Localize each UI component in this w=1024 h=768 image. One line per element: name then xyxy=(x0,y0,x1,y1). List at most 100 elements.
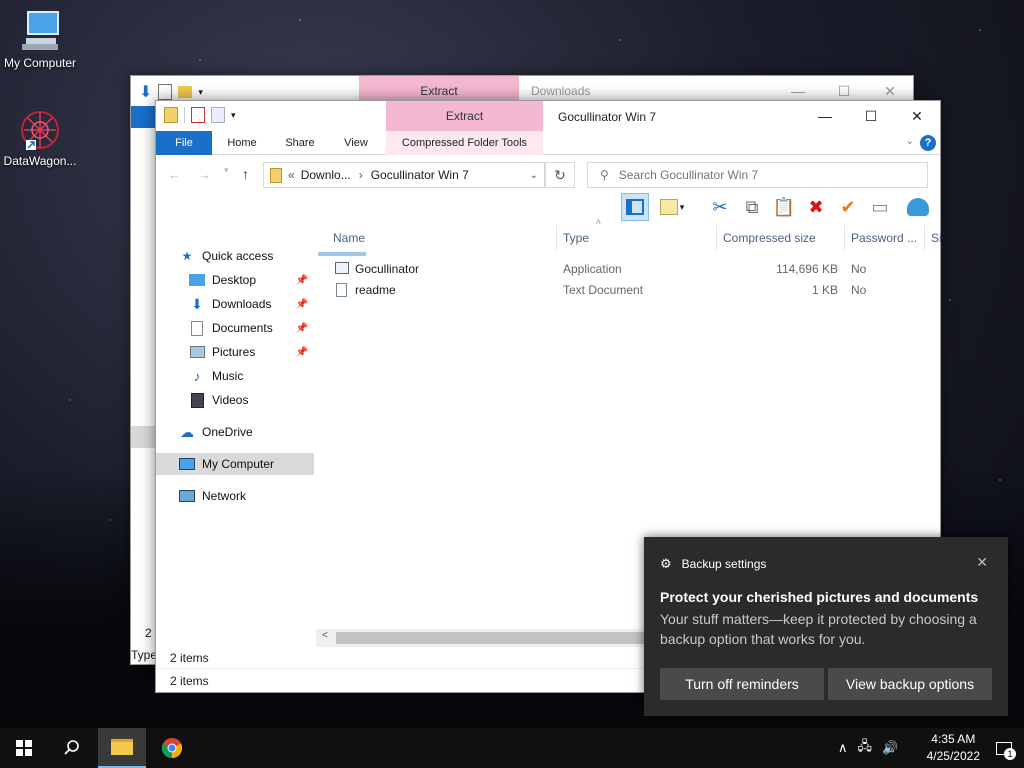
extract-context-tab[interactable]: Extract xyxy=(386,101,543,131)
pin-icon[interactable]: 📌 xyxy=(296,299,308,310)
minimize-icon[interactable]: — xyxy=(802,101,848,131)
pictures-icon xyxy=(188,344,206,360)
view-backup-options-button[interactable]: View backup options xyxy=(828,668,992,700)
cut-button[interactable]: ✂ xyxy=(706,193,734,221)
chevron-down-icon[interactable]: ▾ xyxy=(198,87,203,98)
delete-button[interactable]: ✖ xyxy=(802,193,830,221)
nav-pictures[interactable]: Pictures 📌 xyxy=(156,341,314,363)
network-status-icon[interactable]: 🖧 xyxy=(858,737,873,759)
datawagon-logo-icon xyxy=(16,108,64,152)
download-arrow-icon[interactable]: ⬇ xyxy=(139,82,152,102)
status-bottom-partial: Type xyxy=(131,648,158,662)
show-hidden-icons-chevron-icon[interactable]: ∧ xyxy=(838,740,848,756)
desktop-icon-my-computer[interactable]: My Computer xyxy=(0,10,80,70)
breadcrumb-downloads[interactable]: Downlo... xyxy=(301,168,351,182)
properties-icon[interactable] xyxy=(158,84,173,100)
properties-icon[interactable] xyxy=(191,107,205,123)
nav-downloads[interactable]: ⬇ Downloads 📌 xyxy=(156,293,314,315)
breadcrumb-current[interactable]: Gocullinator Win 7 xyxy=(371,168,469,182)
tab-compressed-folder-tools[interactable]: Compressed Folder Tools xyxy=(386,131,543,155)
maximize-icon[interactable]: ☐ xyxy=(848,101,894,131)
extraction-toolbar: ▾ ✂ ⧉ 📋 ✖ ✔ ▭ xyxy=(156,191,940,225)
back-arrow-icon[interactable]: ← xyxy=(168,167,181,182)
address-row: ← → ▾ ↑ « Downlo... › Gocullinator Win 7… xyxy=(156,155,940,191)
recent-locations-icon[interactable]: ▾ xyxy=(224,165,229,176)
column-header-password[interactable]: Password ... xyxy=(845,225,925,251)
nav-music[interactable]: ♪ Music xyxy=(156,365,314,387)
desktop-icon xyxy=(188,272,206,288)
new-folder-icon[interactable] xyxy=(211,107,225,123)
forward-arrow-icon[interactable]: → xyxy=(198,167,211,182)
column-header-name[interactable]: Name xyxy=(327,225,557,251)
scissors-icon: ✂ xyxy=(712,196,728,217)
layout-pane-button[interactable] xyxy=(621,193,649,221)
file-name: readme xyxy=(355,283,396,297)
address-dropdown-icon[interactable]: ⌄ xyxy=(530,170,538,181)
zip-folder-icon[interactable] xyxy=(164,107,178,123)
overflow-chevron[interactable]: « xyxy=(288,168,295,182)
refresh-button[interactable]: ↻ xyxy=(545,162,575,188)
tab-share[interactable]: Share xyxy=(278,131,322,155)
action-center-button[interactable]: 1 xyxy=(984,728,1024,768)
nav-desktop[interactable]: Desktop 📌 xyxy=(156,269,314,291)
start-button[interactable] xyxy=(0,728,48,768)
table-row[interactable]: Gocullinator Application 114,696 KB No xyxy=(316,259,940,280)
nav-videos[interactable]: Videos xyxy=(156,389,314,411)
copy-button[interactable]: ⧉ xyxy=(738,193,766,221)
taskbar-chrome[interactable] xyxy=(148,728,196,768)
chrome-icon xyxy=(161,738,183,759)
expand-ribbon-icon[interactable]: ⌄ xyxy=(906,136,914,147)
computer-icon xyxy=(178,456,196,472)
desktop-icon-datawagon[interactable]: DataWagon... xyxy=(0,108,80,168)
quick-access-toolbar: ⬇ ▾ xyxy=(139,82,203,102)
scroll-left-icon[interactable]: < xyxy=(322,630,328,641)
backup-toast[interactable]: ⚙ Backup settings ✕ Protect your cherish… xyxy=(644,537,1008,716)
column-resize-handle[interactable] xyxy=(318,252,366,256)
column-header-compressed-size[interactable]: Compressed size xyxy=(717,225,845,251)
volume-icon[interactable]: 🔊 xyxy=(882,740,898,756)
file-tab-partial[interactable] xyxy=(131,106,157,128)
shell-button[interactable] xyxy=(904,193,932,221)
search-input[interactable] xyxy=(618,168,909,182)
gear-icon: ⚙ xyxy=(660,556,672,571)
column-header-size[interactable]: Si xyxy=(925,225,945,251)
navigation-pane: ★ Quick access Desktop 📌 ⬇ Downloads 📌 D… xyxy=(156,225,316,668)
chevron-down-icon[interactable]: ▾ xyxy=(231,110,236,121)
tab-view[interactable]: View xyxy=(336,131,376,155)
file-password: No xyxy=(851,262,867,276)
nav-onedrive[interactable]: ☁ OneDrive xyxy=(156,421,314,443)
pin-icon[interactable]: 📌 xyxy=(296,347,308,358)
tab-file[interactable]: File xyxy=(156,131,212,155)
toast-title: Protect your cherished pictures and docu… xyxy=(660,589,979,605)
close-icon[interactable]: ✕ xyxy=(976,554,988,571)
nav-documents[interactable]: Documents 📌 xyxy=(156,317,314,339)
taskbar-file-explorer[interactable] xyxy=(98,728,146,768)
column-header-type[interactable]: Type xyxy=(557,225,717,251)
paste-button[interactable]: 📋 xyxy=(770,193,798,221)
table-row[interactable]: readme Text Document 1 KB No xyxy=(316,280,940,301)
close-icon[interactable]: ✕ xyxy=(894,101,940,131)
view-menu-button[interactable]: ▾ xyxy=(658,193,686,221)
network-icon xyxy=(178,488,196,504)
system-tray: ∧ 🖧 🔊 xyxy=(838,728,898,768)
help-icon[interactable]: ? xyxy=(920,135,936,151)
nav-quick-access[interactable]: ★ Quick access xyxy=(156,245,314,267)
nav-network[interactable]: Network xyxy=(156,485,314,507)
turn-off-reminders-button[interactable]: Turn off reminders xyxy=(660,668,824,700)
search-icon xyxy=(64,740,79,755)
tab-home[interactable]: Home xyxy=(220,131,264,155)
search-button[interactable] xyxy=(48,728,96,768)
up-arrow-icon[interactable]: ↑ xyxy=(242,166,249,182)
check-button[interactable]: ✔ xyxy=(834,193,862,221)
clock[interactable]: 4:35 AM 4/25/2022 xyxy=(927,731,980,765)
gocullinator-titlebar[interactable]: ▾ Extract Gocullinator Win 7 — ☐ ✕ xyxy=(156,101,940,131)
address-bar[interactable]: « Downlo... › Gocullinator Win 7 ⌄ xyxy=(263,162,545,188)
rename-button[interactable]: ▭ xyxy=(866,193,894,221)
toast-app-name: Backup settings xyxy=(681,557,767,571)
folder-icon[interactable] xyxy=(178,86,193,98)
nav-my-computer[interactable]: My Computer xyxy=(156,453,314,475)
pin-icon[interactable]: 📌 xyxy=(296,275,308,286)
search-box[interactable]: ⚲ xyxy=(587,162,928,188)
pin-icon[interactable]: 📌 xyxy=(296,323,308,334)
nav-label: Videos xyxy=(212,393,249,407)
